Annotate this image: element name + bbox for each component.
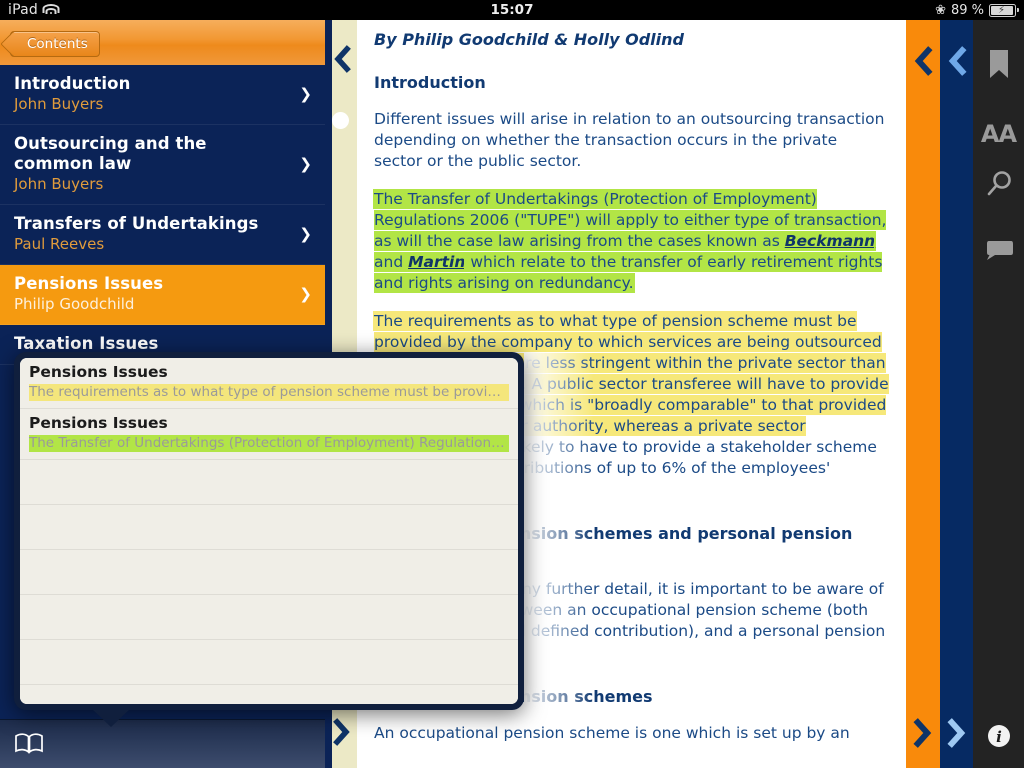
- search-results-popover: Pensions Issues The requirements as to w…: [14, 352, 524, 727]
- toc-title: Introduction: [14, 74, 131, 93]
- search-result-empty-row: [20, 460, 518, 505]
- status-bar-right: ❀ 89 % ⚡: [935, 2, 1019, 18]
- annotation-button[interactable]: [973, 228, 1024, 272]
- paragraph-5: An occupational pension scheme is one wh…: [374, 724, 850, 742]
- navy-nav-rail: [940, 20, 973, 768]
- chevron-right-icon: ❯: [299, 85, 312, 104]
- search-result-empty-row: [20, 550, 518, 595]
- status-bar-clock: 15:07: [490, 2, 534, 18]
- search-results-list: Pensions Issues The requirements as to w…: [20, 358, 518, 704]
- svg-text:i: i: [996, 728, 1002, 746]
- toc-author: Philip Goodchild: [14, 294, 135, 313]
- text-size-button[interactable]: AA: [973, 112, 1024, 156]
- sidebar-item-transfers-of-undertakings[interactable]: Transfers of Undertakings Paul Reeves ❯: [0, 204, 325, 265]
- orange-nav-rail: [906, 20, 940, 768]
- sidebar-item-introduction[interactable]: Introduction John Buyers ❯: [0, 65, 325, 125]
- contents-panel-header: Contents: [0, 20, 325, 66]
- chevron-left-icon: [948, 46, 967, 76]
- chevron-right-icon: [333, 718, 350, 746]
- toc-title: Pensions Issues: [14, 273, 164, 293]
- toc-title: Outsourcing and the common law: [14, 133, 207, 173]
- case-link-martin[interactable]: Martin: [408, 253, 466, 271]
- paragraph-2-highlighted-green: The Transfer of Undertakings (Protection…: [374, 189, 890, 294]
- navy-rail-next-button[interactable]: [940, 716, 973, 750]
- toc-author: John Buyers: [14, 95, 104, 114]
- search-result-item[interactable]: Pensions Issues The requirements as to w…: [20, 358, 518, 409]
- toc-title: Taxation Issues: [14, 333, 159, 353]
- info-icon: i: [987, 725, 1010, 747]
- chevron-right-icon: ❯: [299, 155, 312, 174]
- article-byline: By Philip Goodchild & Holly Odlind: [374, 30, 684, 49]
- paragraph-1: Different issues will arise in relation …: [374, 110, 885, 170]
- open-book-icon[interactable]: [14, 732, 44, 754]
- orange-rail-next-button[interactable]: [906, 716, 940, 750]
- search-result-item[interactable]: Pensions Issues The Transfer of Undertak…: [20, 409, 518, 460]
- contents-button-label: Contents: [27, 36, 88, 52]
- chevron-left-icon: [334, 45, 351, 73]
- annotation-icon: [986, 241, 1013, 260]
- ios-status-bar: iPad 15:07 ❀ 89 % ⚡: [0, 0, 1024, 20]
- orange-rail-prev-button[interactable]: [906, 44, 940, 78]
- search-result-title: Pensions Issues: [29, 414, 168, 432]
- search-result-empty-row: [20, 640, 518, 685]
- battery-percent-label: 89 %: [950, 2, 984, 18]
- app-root: iPad 15:07 ❀ 89 % ⚡ By Philip Goodchild …: [0, 0, 1024, 768]
- search-result-snippet: The requirements as to what type of pens…: [29, 384, 509, 401]
- search-result-empty-row: [20, 505, 518, 550]
- toc-title: Transfers of Undertakings: [14, 213, 259, 233]
- p2-text-b: and: [374, 253, 409, 271]
- search-result-snippet: The Transfer of Undertakings (Protection…: [29, 435, 509, 452]
- bluetooth-icon: ❀: [935, 2, 946, 18]
- search-result-empty-row: [20, 685, 518, 704]
- table-of-contents-list: Introduction John Buyers ❯ Outsourcing a…: [0, 65, 325, 365]
- case-link-beckmann[interactable]: Beckmann: [784, 232, 876, 250]
- sidebar-item-outsourcing-and-the-common-law[interactable]: Outsourcing and the common law John Buye…: [0, 124, 325, 205]
- toc-author: John Buyers: [14, 175, 104, 194]
- info-button[interactable]: i: [973, 714, 1024, 758]
- heading-introduction: Introduction: [374, 73, 486, 92]
- sidebar-item-pensions-issues[interactable]: Pensions Issues Philip Goodchild ❯: [0, 264, 325, 325]
- chevron-right-icon: ❯: [299, 285, 312, 304]
- chevron-left-icon: [914, 46, 933, 76]
- search-result-title: Pensions Issues: [29, 363, 168, 381]
- chevron-right-icon: ❯: [299, 225, 312, 244]
- search-result-empty-row: [20, 595, 518, 640]
- bookmark-icon: [989, 50, 1008, 78]
- battery-charging-icon: ⚡: [989, 3, 1019, 17]
- search-button[interactable]: [973, 162, 1024, 206]
- scroll-thumb[interactable]: [332, 112, 349, 129]
- chevron-right-icon: [946, 718, 965, 748]
- search-icon: [987, 171, 1011, 196]
- text-size-icon: AA: [980, 120, 1017, 148]
- bookmark-button[interactable]: [973, 42, 1024, 86]
- gutter-prev-page-button[interactable]: [330, 45, 354, 73]
- chevron-right-icon: [913, 718, 932, 748]
- contents-back-button[interactable]: Contents: [10, 31, 100, 57]
- gutter-next-page-button[interactable]: [330, 718, 354, 746]
- toc-author: Paul Reeves: [14, 235, 105, 253]
- contents-bottom-toolbar: [0, 719, 325, 768]
- navy-rail-prev-button[interactable]: [940, 44, 973, 78]
